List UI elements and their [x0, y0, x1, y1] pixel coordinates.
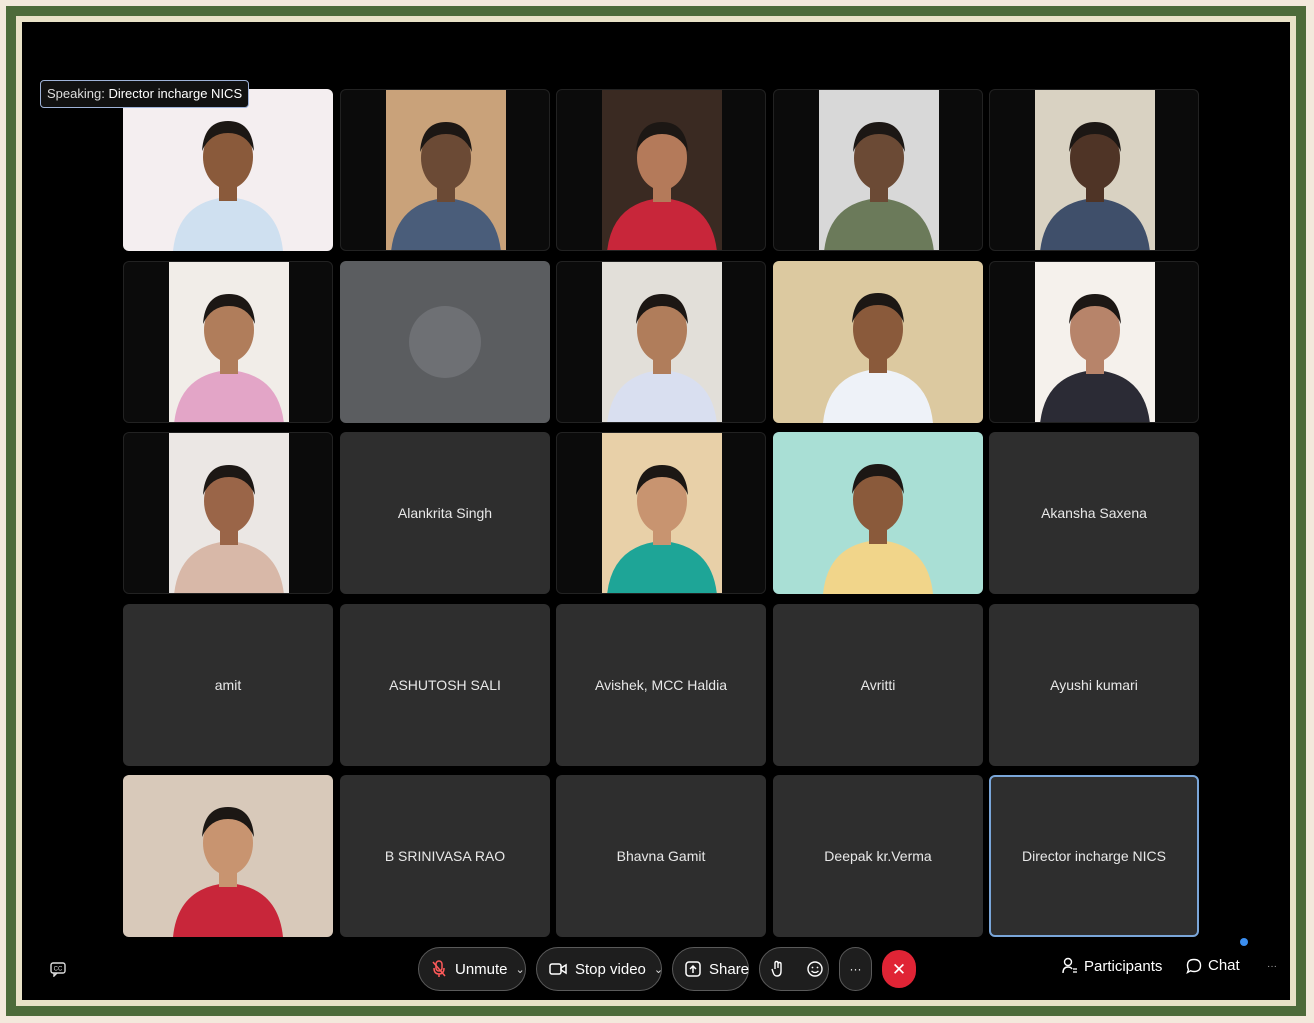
- participants-icon: [1062, 957, 1078, 975]
- emoji-reaction-icon[interactable]: [806, 960, 824, 978]
- participants-button[interactable]: Participants: [1062, 957, 1162, 975]
- reactions-group: [759, 947, 829, 991]
- video-feed: [1035, 90, 1155, 250]
- participant-tile-name[interactable]: B SRINIVASA RAO: [340, 775, 550, 937]
- participant-tile-video[interactable]: [773, 89, 983, 251]
- video-feed: [1035, 262, 1155, 422]
- participant-tile-name[interactable]: Avritti: [773, 604, 983, 766]
- participant-name: Ayushi kumari: [1050, 677, 1138, 693]
- close-icon: ✕: [891, 960, 907, 979]
- participant-tile-name[interactable]: amit: [123, 604, 333, 766]
- meeting-toolbar: CC Unmute ⌄ Stop video ⌄ Share ··· ✕ Par…: [22, 930, 1290, 1000]
- participant-tile-video[interactable]: [556, 89, 766, 251]
- decorative-frame: Speaking: Director incharge NICS Alankri…: [6, 6, 1306, 1016]
- video-feed: [773, 432, 983, 594]
- chevron-down-icon[interactable]: ⌄: [516, 963, 525, 976]
- participant-name: Avritti: [860, 677, 896, 693]
- chat-button[interactable]: Chat: [1186, 957, 1240, 974]
- participant-name: amit: [214, 677, 242, 693]
- camera-icon: [549, 962, 567, 976]
- participant-tile-name[interactable]: ASHUTOSH SALI: [340, 604, 550, 766]
- speaking-indicator: Speaking: Director incharge NICS: [40, 80, 250, 108]
- chat-icon: [1186, 958, 1202, 974]
- video-feed: [123, 775, 333, 937]
- participant-name: ASHUTOSH SALI: [389, 677, 501, 693]
- captions-icon[interactable]: CC: [50, 961, 66, 977]
- participant-name: B SRINIVASA RAO: [384, 848, 506, 864]
- participant-tile-video[interactable]: [989, 89, 1199, 251]
- participant-name: Deepak kr.Verma: [824, 848, 932, 864]
- share-button[interactable]: Share: [672, 947, 749, 991]
- participant-tile-avatar[interactable]: [340, 261, 550, 423]
- chevron-down-icon[interactable]: ⌄: [654, 963, 663, 976]
- participant-tile-name[interactable]: Deepak kr.Verma: [773, 775, 983, 937]
- video-feed: [602, 262, 722, 422]
- participant-tile-video[interactable]: [773, 261, 983, 423]
- participant-tile-video[interactable]: [123, 261, 333, 423]
- speaking-label: Speaking:: [47, 86, 105, 101]
- participant-name: Akansha Saxena: [1041, 505, 1147, 521]
- leave-meeting-button[interactable]: ✕: [882, 950, 916, 988]
- svg-text:CC: CC: [54, 967, 63, 973]
- more-options-button[interactable]: ···: [839, 947, 872, 991]
- participant-tile-name[interactable]: Alankrita Singh: [340, 432, 550, 594]
- frame-inner: Speaking: Director incharge NICS Alankri…: [16, 16, 1296, 1006]
- avatar: [340, 261, 550, 423]
- participant-name: Alankrita Singh: [397, 505, 493, 521]
- video-feed: [169, 433, 289, 593]
- participant-tile-name[interactable]: Director incharge NICS: [989, 775, 1199, 937]
- participant-name: Avishek, MCC Haldia: [594, 677, 727, 693]
- participant-name: Bhavna Gamit: [616, 848, 706, 864]
- participant-tile-name[interactable]: Akansha Saxena: [989, 432, 1199, 594]
- participant-tile-video[interactable]: [123, 775, 333, 937]
- participant-tile-video[interactable]: [340, 89, 550, 251]
- video-feed: [386, 90, 506, 250]
- participant-tile-name[interactable]: Avishek, MCC Haldia: [556, 604, 766, 766]
- share-icon: [685, 961, 701, 977]
- muted-mic-icon: [431, 960, 447, 978]
- participant-name: Director incharge NICS: [1022, 848, 1166, 864]
- meeting-window: Speaking: Director incharge NICS Alankri…: [22, 22, 1290, 1000]
- stop-video-button[interactable]: Stop video ⌄: [536, 947, 663, 991]
- video-feed: [819, 90, 939, 250]
- video-feed: [169, 262, 289, 422]
- chat-notification-dot: [1240, 938, 1248, 946]
- unmute-label: Unmute: [455, 960, 508, 978]
- more-icon: ···: [849, 962, 862, 976]
- participant-tile-video[interactable]: [556, 261, 766, 423]
- raise-hand-icon[interactable]: [770, 960, 786, 978]
- video-feed: [602, 433, 722, 593]
- video-feed: [123, 89, 333, 251]
- participant-tile-video[interactable]: [556, 432, 766, 594]
- participant-tile-video[interactable]: [123, 432, 333, 594]
- overflow-menu-icon[interactable]: ···: [1267, 961, 1277, 972]
- participant-tile-name[interactable]: Ayushi kumari: [989, 604, 1199, 766]
- stop-video-label: Stop video: [575, 960, 646, 978]
- share-label: Share: [709, 960, 750, 978]
- video-feed: [602, 90, 722, 250]
- participant-tile-name[interactable]: Bhavna Gamit: [556, 775, 766, 937]
- chat-label: Chat: [1208, 957, 1240, 974]
- participant-tile-video[interactable]: [773, 432, 983, 594]
- video-feed: [773, 261, 983, 423]
- speaking-name: Director incharge NICS: [108, 86, 243, 101]
- participant-tile-video[interactable]: [123, 89, 333, 251]
- participants-label: Participants: [1084, 957, 1163, 975]
- participant-tile-video[interactable]: [989, 261, 1199, 423]
- unmute-button[interactable]: Unmute ⌄: [418, 947, 526, 991]
